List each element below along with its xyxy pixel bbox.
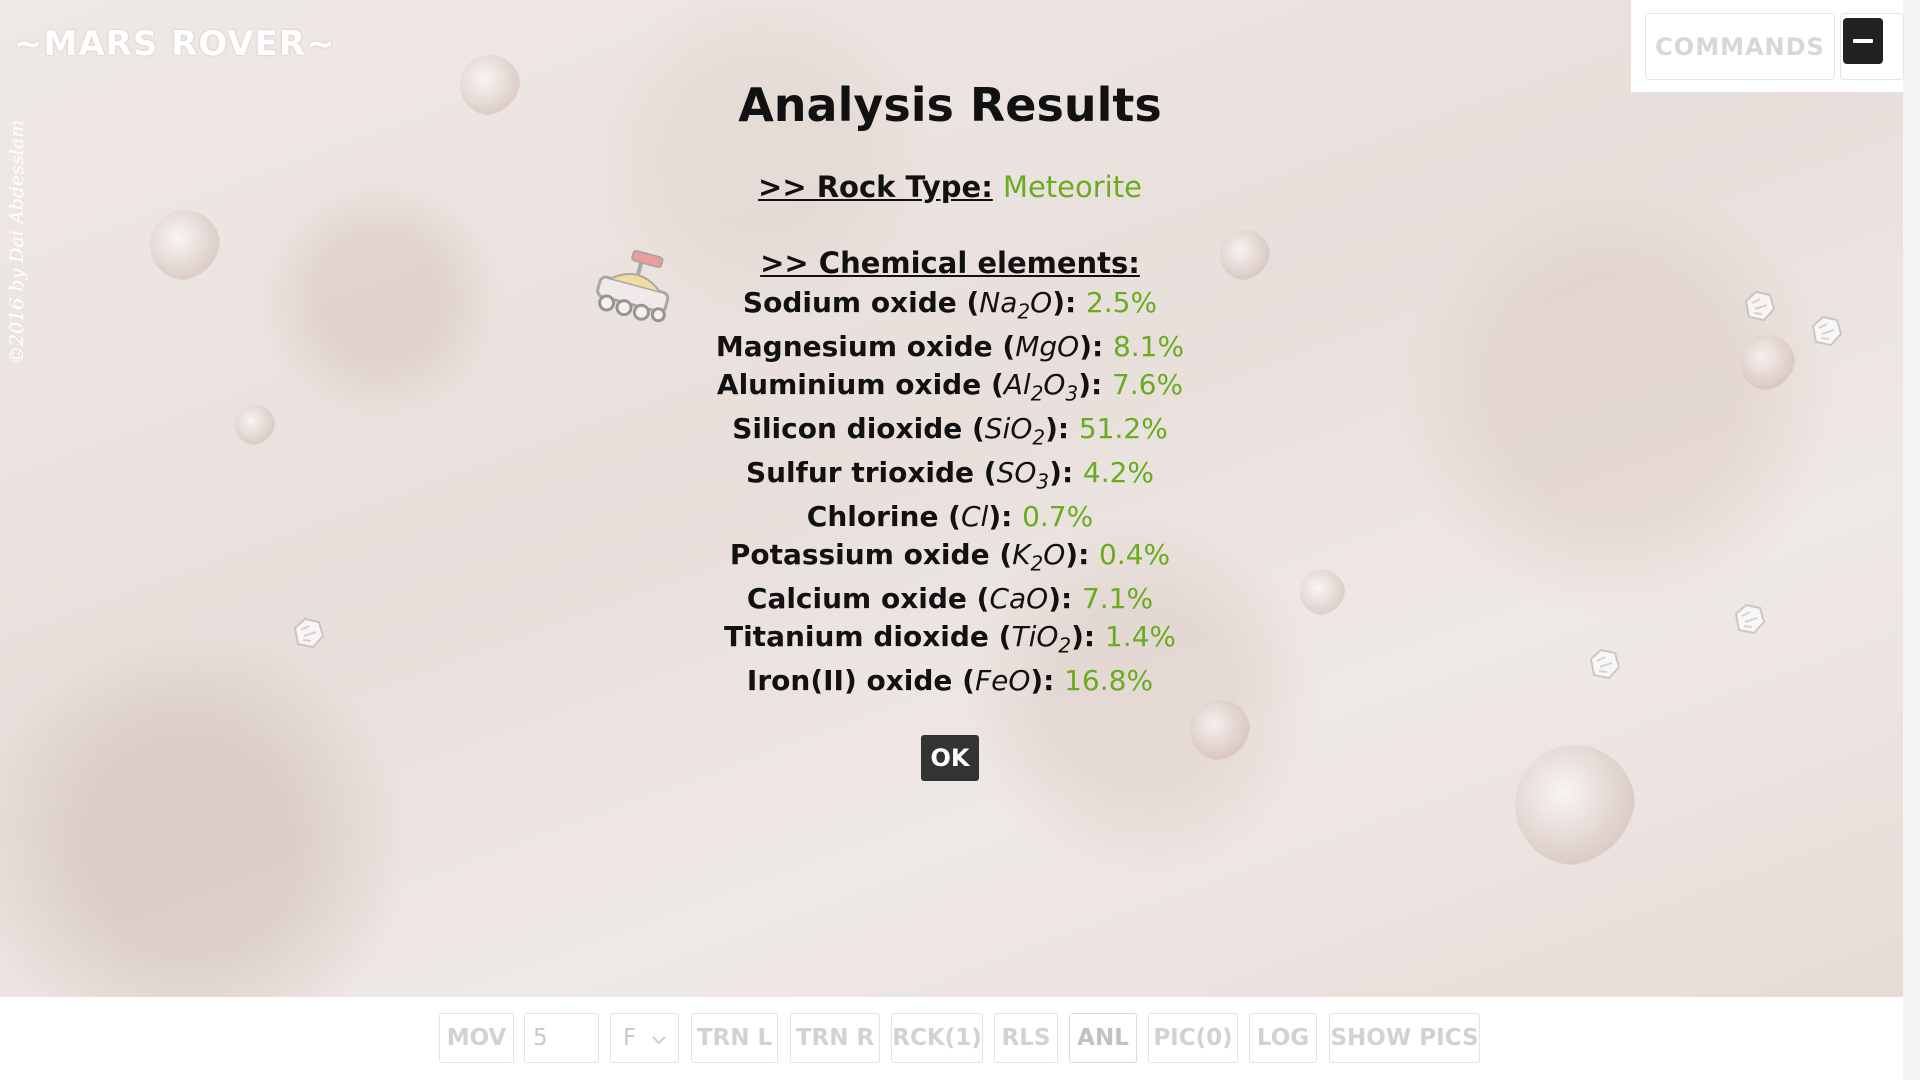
element-name: Silicon dioxide [732, 412, 963, 445]
release-button[interactable]: RLS [994, 1013, 1058, 1063]
element-row-calcium-oxide: Calcium oxide (CaO): 7.1% [746, 582, 1154, 615]
rock-type-line: >> Rock Type: Meteorite [650, 170, 1250, 204]
rock-type-label: >> Rock Type: [758, 170, 993, 204]
log-button[interactable]: LOG [1249, 1013, 1317, 1063]
chemical-elements-title: >> Chemical elements: [760, 246, 1140, 280]
element-row-magnesium-oxide: Magnesium oxide (MgO): 8.1% [715, 330, 1185, 363]
element-formula: Al2O3 [1003, 368, 1079, 406]
picture-button[interactable]: PIC(0) [1148, 1013, 1238, 1063]
crater [460, 55, 520, 115]
element-name: Chlorine [806, 500, 939, 533]
element-value: 1.4% [1104, 620, 1177, 653]
minus-icon [1853, 39, 1873, 43]
element-formula: TiO2 [1011, 620, 1072, 658]
element-value: 0.7% [1022, 500, 1094, 533]
element-formula: K2O [1012, 538, 1066, 576]
crater [235, 405, 275, 445]
element-value: 51.2% [1078, 412, 1168, 445]
rock-icon [293, 617, 325, 649]
ok-button[interactable]: OK [921, 735, 979, 781]
direction-select-value: F [623, 1025, 637, 1051]
commands-button[interactable]: COMMANDS [1645, 13, 1835, 80]
element-row-sulfur-trioxide: Sulfur trioxide (SO3): 4.2% [745, 456, 1155, 494]
element-row-titanium-dioxide: Titanium dioxide (TiO2): 1.4% [723, 620, 1177, 658]
crater [1300, 570, 1345, 615]
element-name: Iron(II) oxide [746, 664, 953, 697]
element-name: Titanium dioxide [723, 620, 989, 653]
turn-left-button[interactable]: TRN L [691, 1013, 778, 1063]
element-formula: SiO2 [984, 412, 1046, 450]
element-row-aluminium-oxide: Aluminium oxide (Al2O3): 7.6% [716, 368, 1184, 406]
element-row-potassium-oxide: Potassium oxide (K2O): 0.4% [729, 538, 1171, 576]
element-value: 2.5% [1085, 286, 1158, 319]
rock-icon [1744, 290, 1776, 322]
element-formula: Cl [960, 500, 989, 533]
results-title: Analysis Results [738, 78, 1162, 132]
rock-icon [1734, 603, 1766, 635]
element-value: 0.4% [1099, 538, 1171, 571]
minimize-button[interactable] [1843, 18, 1883, 64]
element-formula: SO3 [996, 456, 1050, 494]
analyze-button[interactable]: ANL [1069, 1013, 1137, 1063]
rock-icon [1589, 648, 1621, 680]
element-formula: Na2O [979, 286, 1053, 324]
mov-button[interactable]: MOV [439, 1013, 514, 1063]
analysis-results-panel: Analysis Results >> Rock Type: Meteorite… [650, 60, 1250, 781]
element-name: Potassium oxide [729, 538, 990, 571]
rock-type-value: Meteorite [1002, 170, 1142, 204]
rock-collect-button[interactable]: RCK(1) [891, 1013, 983, 1063]
credit-text: ©2016 by Dai Abdesslam [6, 119, 28, 365]
element-row-silicon-dioxide: Silicon dioxide (SiO2): 51.2% [732, 412, 1168, 450]
element-name: Aluminium oxide [716, 368, 982, 401]
crater [1740, 335, 1795, 390]
turn-right-button[interactable]: TRN R [790, 1013, 880, 1063]
element-name: Calcium oxide [746, 582, 967, 615]
element-formula: MgO [1015, 330, 1080, 363]
element-name: Sodium oxide [742, 286, 957, 319]
steps-input[interactable]: 5 [524, 1013, 599, 1063]
element-value: 4.2% [1082, 456, 1155, 489]
element-value: 7.1% [1081, 582, 1154, 615]
element-row-chlorine: Chlorine (Cl): 0.7% [806, 500, 1094, 533]
direction-select[interactable]: F [610, 1013, 679, 1063]
element-formula: FeO [974, 664, 1031, 697]
crater [1515, 745, 1635, 865]
element-row-iron-oxide: Iron(II) oxide (FeO): 16.8% [746, 664, 1154, 697]
page-scrollbar[interactable] [1903, 0, 1920, 1080]
element-value: 8.1% [1112, 330, 1185, 363]
element-formula: CaO [989, 582, 1049, 615]
app-brand-title: ~MARS ROVER~ [14, 24, 336, 64]
crater [150, 210, 220, 280]
element-name: Sulfur trioxide [745, 456, 975, 489]
rock-icon [1811, 315, 1843, 347]
element-value: 16.8% [1064, 664, 1154, 697]
element-value: 7.6% [1111, 368, 1184, 401]
chevron-down-icon [652, 1025, 666, 1051]
show-pics-button[interactable]: SHOW PICS [1329, 1013, 1480, 1063]
element-row-sodium-oxide: Sodium oxide (Na2O): 2.5% [742, 286, 1158, 324]
element-name: Magnesium oxide [715, 330, 993, 363]
